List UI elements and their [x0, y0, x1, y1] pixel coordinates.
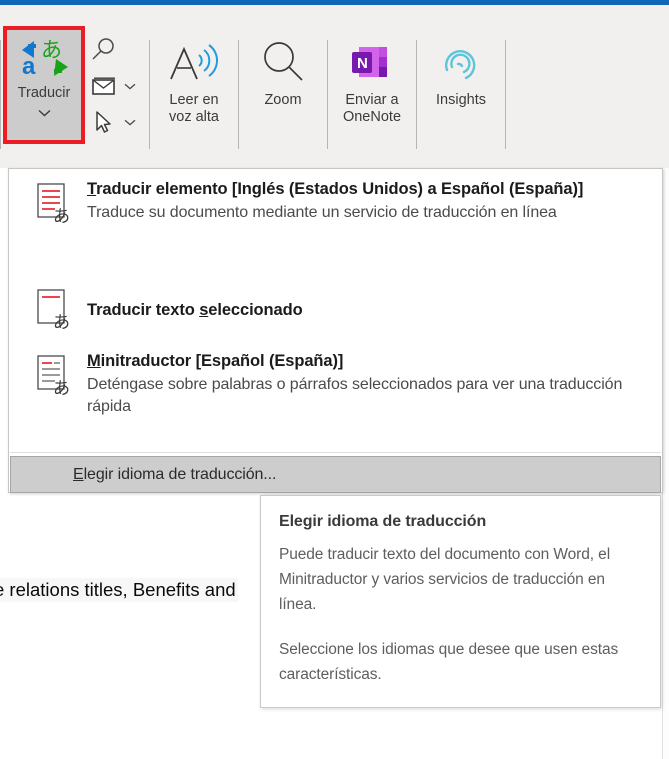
tooltip-paragraph-2: Seleccione los idiomas que desee que use…	[279, 641, 619, 683]
translate-button[interactable]: a あ Traducir	[7, 30, 81, 140]
onenote-icon: N	[348, 38, 396, 88]
menu-item-mini-translator[interactable]: あ Minitraductor [Español (España)] Detén…	[9, 341, 662, 449]
label-rest: legir idioma de traducción...	[83, 465, 277, 483]
menu-item-choose-translation-language[interactable]: Elegir idioma de traducción...	[10, 456, 661, 493]
svg-text:あ: あ	[53, 207, 70, 225]
label-line-2: voz alta	[169, 109, 219, 125]
envelope-icon	[89, 71, 119, 101]
title-rest: initraductor [Español (España)]	[100, 352, 344, 370]
menu-item-translate-document[interactable]: あ Traducir elemento [Inglés (Estados Uni…	[9, 169, 662, 279]
translate-group: a あ Traducir	[1, 26, 149, 163]
title-prefix: Traducir texto	[87, 301, 200, 319]
document-text-line: e relations titles, Benefits and	[0, 578, 238, 602]
zoom-magnifier-icon	[259, 38, 307, 88]
research-button[interactable]	[85, 32, 119, 68]
small-tools-column	[85, 30, 149, 140]
menu-item-label: Elegir idioma de traducción...	[11, 466, 276, 484]
accelerator-letter: M	[87, 352, 101, 370]
tooltip-title: Elegir idioma de traducción	[279, 513, 487, 530]
read-aloud-button[interactable]: Leer en voz alta	[150, 30, 238, 163]
tooltip-popup: Elegir idioma de traducción Puede traduc…	[260, 495, 661, 708]
accelerator-letter: T	[87, 180, 97, 198]
translate-icon: a あ	[14, 36, 74, 84]
title-rest: raducir elemento [Inglés (Estados Unidos…	[96, 180, 584, 198]
ribbon-separator	[505, 40, 506, 149]
read-aloud-icon	[167, 38, 221, 88]
tooltip-paragraph-1: Puede traducir texto del documento con W…	[279, 546, 611, 613]
accelerator-letter: E	[73, 465, 84, 483]
menu-item-description: Deténgase sobre palabras o párrafos sele…	[87, 376, 623, 415]
search-icon	[89, 35, 119, 65]
accelerator-letter: s	[199, 301, 209, 319]
chevron-down-icon[interactable]	[124, 77, 136, 95]
zoom-label: Zoom	[264, 92, 302, 108]
translate-button-label: Traducir	[17, 85, 71, 101]
translate-dropdown-menu: あ Traducir elemento [Inglés (Estados Uni…	[8, 168, 663, 493]
read-aloud-label: Leer en voz alta	[148, 92, 240, 126]
menu-item-translate-selection[interactable]: あ Traducir texto seleccionado	[9, 279, 662, 341]
title-rest: eleccionado	[208, 301, 303, 319]
translate-selection-icon: あ	[35, 285, 81, 336]
tooltip-body: Puede traducir texto del documento con W…	[279, 542, 642, 687]
email-button[interactable]	[85, 68, 136, 104]
svg-text:あ: あ	[53, 313, 70, 331]
document-scrollbar[interactable]	[662, 168, 669, 759]
select-button[interactable]	[85, 104, 136, 140]
label-line-2: OneNote	[342, 109, 402, 125]
translate-document-icon: あ	[35, 179, 81, 230]
label-line-1: Enviar a	[345, 92, 399, 108]
menu-item-title: Traducir elemento [Inglés (Estados Unido…	[87, 179, 654, 199]
svg-text:a: a	[22, 53, 36, 80]
mini-translator-icon: あ	[35, 351, 81, 402]
menu-divider	[10, 452, 661, 453]
send-to-onenote-label: Enviar a OneNote	[326, 92, 418, 126]
svg-text:N: N	[357, 55, 368, 72]
menu-item-description: Traduce su documento mediante un servici…	[87, 204, 557, 221]
svg-text:あ: あ	[41, 38, 62, 62]
cursor-icon	[89, 107, 119, 137]
insights-label: Insights	[436, 92, 486, 108]
insights-icon	[436, 38, 486, 88]
send-to-onenote-button[interactable]: N Enviar a OneNote	[328, 30, 416, 163]
insights-button[interactable]: Insights	[417, 30, 505, 163]
menu-item-title: Minitraductor [Español (España)]	[87, 351, 654, 371]
chevron-down-icon[interactable]	[124, 113, 136, 131]
ribbon-toolbar: a あ Traducir Leer en voz alta Zoom N Env…	[0, 5, 669, 168]
zoom-button[interactable]: Zoom	[239, 30, 327, 163]
chevron-down-icon[interactable]	[38, 104, 51, 122]
svg-text:あ: あ	[53, 379, 70, 397]
label-line-1: Leer en	[169, 92, 219, 108]
menu-item-title: Traducir texto seleccionado	[87, 300, 654, 320]
